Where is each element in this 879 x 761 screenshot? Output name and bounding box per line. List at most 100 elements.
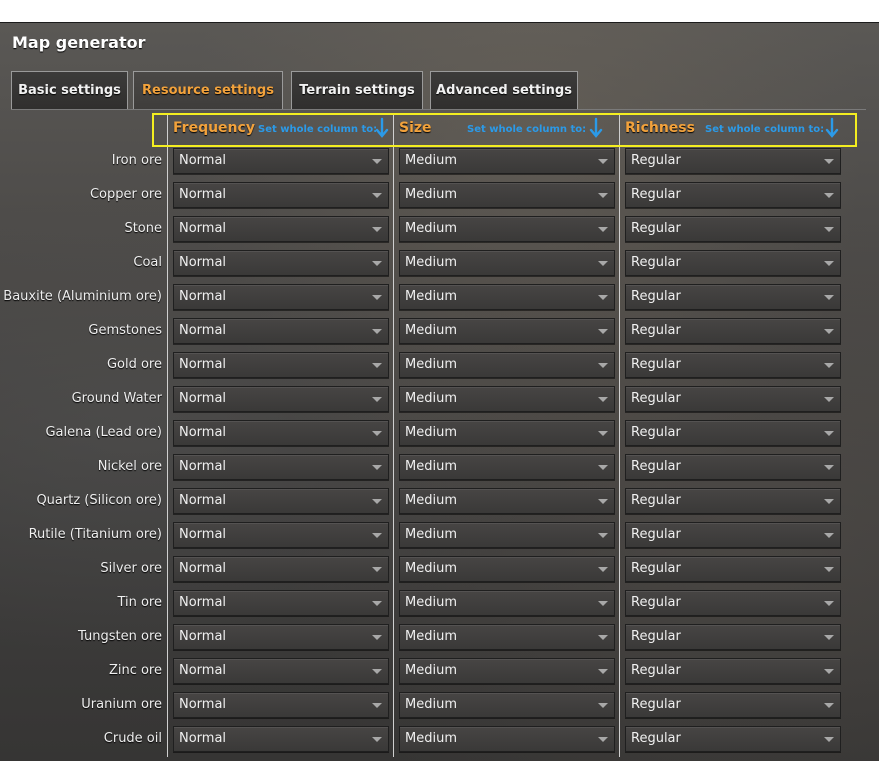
frequency-dropdown[interactable]: Normal bbox=[173, 318, 389, 344]
chevron-down-icon bbox=[372, 431, 382, 436]
richness-dropdown[interactable]: Regular bbox=[625, 658, 841, 684]
chevron-down-icon bbox=[598, 737, 608, 742]
frequency-dropdown[interactable]: Normal bbox=[173, 148, 389, 174]
dropdown-value: Normal bbox=[179, 595, 227, 610]
richness-dropdown[interactable]: Regular bbox=[625, 352, 841, 378]
frequency-dropdown[interactable]: Normal bbox=[173, 488, 389, 514]
richness-dropdown[interactable]: Regular bbox=[625, 590, 841, 616]
size-dropdown[interactable]: Medium bbox=[399, 216, 615, 242]
down-arrow-icon[interactable] bbox=[588, 117, 604, 139]
size-dropdown[interactable]: Medium bbox=[399, 658, 615, 684]
frequency-dropdown[interactable]: Normal bbox=[173, 216, 389, 242]
frequency-dropdown[interactable]: Normal bbox=[173, 624, 389, 650]
richness-dropdown[interactable]: Regular bbox=[625, 250, 841, 276]
down-arrow-icon[interactable] bbox=[374, 117, 390, 139]
size-dropdown[interactable]: Medium bbox=[399, 522, 615, 548]
richness-dropdown[interactable]: Regular bbox=[625, 488, 841, 514]
size-dropdown[interactable]: Medium bbox=[399, 318, 615, 344]
down-arrow-icon[interactable] bbox=[824, 117, 840, 139]
dropdown-value: Medium bbox=[405, 289, 457, 304]
frequency-dropdown[interactable]: Normal bbox=[173, 250, 389, 276]
size-dropdown[interactable]: Medium bbox=[399, 182, 615, 208]
size-dropdown[interactable]: Medium bbox=[399, 726, 615, 752]
chevron-down-icon bbox=[824, 193, 834, 198]
frequency-dropdown[interactable]: Normal bbox=[173, 352, 389, 378]
size-dropdown[interactable]: Medium bbox=[399, 556, 615, 582]
richness-dropdown[interactable]: Regular bbox=[625, 182, 841, 208]
dropdown-value: Medium bbox=[405, 221, 457, 236]
frequency-dropdown[interactable]: Normal bbox=[173, 692, 389, 718]
richness-dropdown[interactable]: Regular bbox=[625, 148, 841, 174]
frequency-dropdown[interactable]: Normal bbox=[173, 284, 389, 310]
dropdown-value: Regular bbox=[631, 595, 681, 610]
richness-dropdown[interactable]: Regular bbox=[625, 216, 841, 242]
chevron-down-icon bbox=[824, 533, 834, 538]
chevron-down-icon bbox=[824, 159, 834, 164]
dropdown-value: Regular bbox=[631, 255, 681, 270]
size-dropdown[interactable]: Medium bbox=[399, 386, 615, 412]
dropdown-value: Medium bbox=[405, 425, 457, 440]
richness-dropdown[interactable]: Regular bbox=[625, 386, 841, 412]
size-dropdown[interactable]: Medium bbox=[399, 624, 615, 650]
frequency-dropdown[interactable]: Normal bbox=[173, 556, 389, 582]
frequency-dropdown[interactable]: Normal bbox=[173, 386, 389, 412]
richness-dropdown[interactable]: Regular bbox=[625, 454, 841, 480]
column-title: Frequency bbox=[173, 120, 255, 136]
column-title: Richness bbox=[625, 120, 695, 136]
column-title: Size bbox=[399, 120, 432, 136]
frequency-dropdown[interactable]: Normal bbox=[173, 658, 389, 684]
chevron-down-icon bbox=[824, 261, 834, 266]
richness-dropdown[interactable]: Regular bbox=[625, 420, 841, 446]
richness-dropdown[interactable]: Regular bbox=[625, 726, 841, 752]
tab-advanced-settings[interactable]: Advanced settings bbox=[430, 71, 578, 109]
chevron-down-icon bbox=[372, 159, 382, 164]
richness-dropdown[interactable]: Regular bbox=[625, 318, 841, 344]
dropdown-value: Regular bbox=[631, 153, 681, 168]
frequency-dropdown[interactable]: Normal bbox=[173, 182, 389, 208]
tab-terrain-settings[interactable]: Terrain settings bbox=[291, 71, 423, 109]
dropdown-value: Medium bbox=[405, 663, 457, 678]
chevron-down-icon bbox=[824, 295, 834, 300]
dropdown-value: Normal bbox=[179, 221, 227, 236]
richness-dropdown[interactable]: Regular bbox=[625, 556, 841, 582]
chevron-down-icon bbox=[598, 397, 608, 402]
dropdown-value: Normal bbox=[179, 289, 227, 304]
size-dropdown[interactable]: Medium bbox=[399, 488, 615, 514]
dropdown-value: Regular bbox=[631, 459, 681, 474]
dropdown-value: Medium bbox=[405, 323, 457, 338]
chevron-down-icon bbox=[372, 329, 382, 334]
frequency-dropdown[interactable]: Normal bbox=[173, 454, 389, 480]
frequency-dropdown[interactable]: Normal bbox=[173, 522, 389, 548]
resource-label: Nickel ore bbox=[97, 459, 162, 474]
frequency-dropdown[interactable]: Normal bbox=[173, 590, 389, 616]
chevron-down-icon bbox=[372, 669, 382, 674]
size-dropdown[interactable]: Medium bbox=[399, 420, 615, 446]
dropdown-value: Normal bbox=[179, 493, 227, 508]
chevron-down-icon bbox=[598, 159, 608, 164]
resource-label: Coal bbox=[133, 255, 162, 270]
frequency-dropdown[interactable]: Normal bbox=[173, 726, 389, 752]
size-dropdown[interactable]: Medium bbox=[399, 250, 615, 276]
size-dropdown[interactable]: Medium bbox=[399, 148, 615, 174]
column-divider bbox=[393, 115, 394, 757]
resource-label: Iron ore bbox=[111, 153, 162, 168]
frequency-dropdown[interactable]: Normal bbox=[173, 420, 389, 446]
richness-dropdown[interactable]: Regular bbox=[625, 692, 841, 718]
richness-dropdown[interactable]: Regular bbox=[625, 624, 841, 650]
dropdown-value: Normal bbox=[179, 357, 227, 372]
tab-basic-settings[interactable]: Basic settings bbox=[11, 71, 128, 109]
size-dropdown[interactable]: Medium bbox=[399, 284, 615, 310]
richness-dropdown[interactable]: Regular bbox=[625, 522, 841, 548]
chevron-down-icon bbox=[824, 431, 834, 436]
dropdown-value: Medium bbox=[405, 153, 457, 168]
tab-resource-settings[interactable]: Resource settings bbox=[133, 71, 283, 109]
size-dropdown[interactable]: Medium bbox=[399, 454, 615, 480]
size-dropdown[interactable]: Medium bbox=[399, 590, 615, 616]
dropdown-value: Medium bbox=[405, 697, 457, 712]
size-dropdown[interactable]: Medium bbox=[399, 692, 615, 718]
dropdown-value: Normal bbox=[179, 561, 227, 576]
size-dropdown[interactable]: Medium bbox=[399, 352, 615, 378]
chevron-down-icon bbox=[598, 363, 608, 368]
dropdown-value: Normal bbox=[179, 153, 227, 168]
richness-dropdown[interactable]: Regular bbox=[625, 284, 841, 310]
